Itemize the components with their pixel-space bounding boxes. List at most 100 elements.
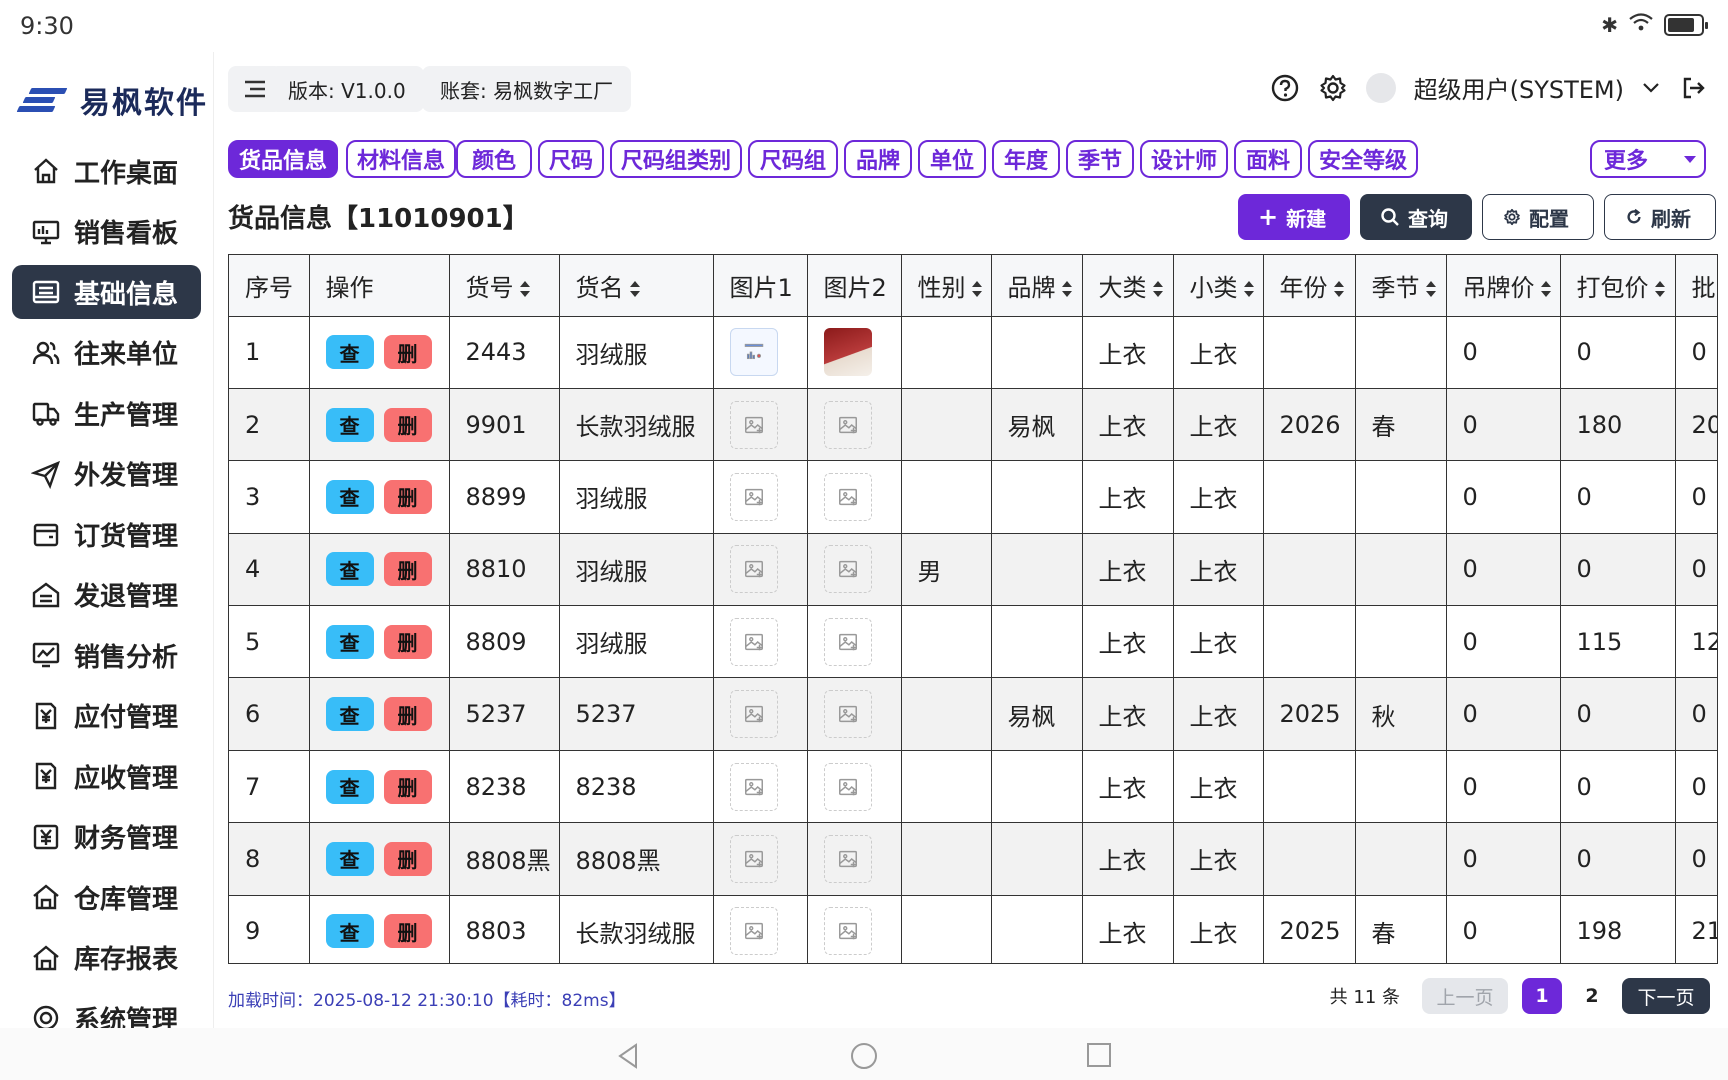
tab-4[interactable]: 尺码组类别: [610, 140, 742, 178]
avatar[interactable]: [1365, 72, 1396, 103]
column-header-11[interactable]: 季节: [1355, 255, 1447, 317]
tab-5[interactable]: 尺码组: [748, 140, 838, 178]
tab-10[interactable]: 设计师: [1140, 140, 1228, 178]
sidebar-item-10[interactable]: 应收管理: [12, 749, 201, 803]
sidebar-item-6[interactable]: 订货管理: [12, 507, 201, 561]
column-header-8[interactable]: 大类: [1082, 255, 1174, 317]
image-placeholder-icon[interactable]: [823, 907, 872, 956]
tab-9[interactable]: 季节: [1066, 140, 1134, 178]
help-icon[interactable]: [1270, 73, 1300, 103]
table-row[interactable]: 4 查删 8810 羽绒服 男 上衣 上衣 0 0 0: [229, 533, 1717, 607]
image-placeholder-icon[interactable]: [729, 400, 778, 449]
sidebar-item-8[interactable]: 销售分析: [12, 628, 201, 682]
delete-button[interactable]: 删: [383, 407, 432, 442]
query-button[interactable]: 查询: [1360, 194, 1472, 240]
delete-button[interactable]: 删: [383, 335, 432, 370]
table-row[interactable]: 1 查删 2443 羽绒服 上衣 上衣 0 0 0: [229, 316, 1717, 389]
column-header-13[interactable]: 打包价: [1560, 255, 1676, 317]
table-row[interactable]: 7 查删 8238 8238 上衣 上衣 0 0 0: [229, 750, 1717, 824]
chevron-down-icon[interactable]: [1642, 82, 1660, 94]
sidebar-item-13[interactable]: 库存报表: [12, 931, 201, 985]
image-placeholder-icon[interactable]: [823, 690, 872, 739]
sidebar-item-7[interactable]: 发退管理: [12, 568, 201, 622]
delete-button[interactable]: 删: [383, 697, 432, 732]
sort-icon[interactable]: [1654, 280, 1665, 298]
account-button[interactable]: 账套: 易枫数字工厂: [422, 66, 632, 112]
column-header-6[interactable]: 性别: [901, 255, 992, 317]
column-header-9[interactable]: 小类: [1173, 255, 1264, 317]
sort-icon[interactable]: [1425, 280, 1436, 298]
sort-icon[interactable]: [519, 280, 530, 298]
view-button[interactable]: 查: [325, 552, 374, 587]
sort-icon[interactable]: [1243, 280, 1254, 298]
sort-icon[interactable]: [1152, 280, 1163, 298]
image-placeholder-icon[interactable]: [729, 834, 778, 883]
sidebar-item-12[interactable]: 仓库管理: [12, 870, 201, 924]
view-button[interactable]: 查: [325, 407, 374, 442]
column-header-7[interactable]: 品牌: [991, 255, 1083, 317]
tab-8[interactable]: 年度: [992, 140, 1060, 178]
view-button[interactable]: 查: [325, 624, 374, 659]
image-placeholder-icon[interactable]: [729, 472, 778, 521]
prev-page-button[interactable]: 上一页: [1422, 978, 1508, 1014]
logout-icon[interactable]: [1678, 73, 1708, 103]
column-header-2[interactable]: 货号: [449, 255, 560, 317]
user-name[interactable]: 超级用户(SYSTEM): [1414, 70, 1624, 105]
product-image-1[interactable]: [729, 328, 778, 377]
image-placeholder-icon[interactable]: [823, 834, 872, 883]
image-placeholder-icon[interactable]: [823, 400, 872, 449]
delete-button[interactable]: 删: [383, 914, 432, 949]
image-placeholder-icon[interactable]: [729, 545, 778, 594]
tab-1[interactable]: 材料信息: [346, 140, 456, 178]
page-button-2[interactable]: 2: [1576, 978, 1608, 1014]
delete-button[interactable]: 删: [383, 552, 432, 587]
table-row[interactable]: 6 查删 5237 5237 易枫 上衣 上衣 2025 秋 0 0 0: [229, 677, 1717, 751]
image-placeholder-icon[interactable]: [729, 690, 778, 739]
sort-icon[interactable]: [971, 280, 982, 298]
table-row[interactable]: 3 查删 8899 羽绒服 上衣 上衣 0 0 0: [229, 460, 1717, 534]
table-row[interactable]: 5 查删 8809 羽绒服 上衣 上衣 0 115 12: [229, 605, 1717, 679]
delete-button[interactable]: 删: [383, 624, 432, 659]
column-header-12[interactable]: 吊牌价: [1446, 255, 1561, 317]
refresh-button[interactable]: 刷新: [1604, 194, 1716, 240]
next-page-button[interactable]: 下一页: [1622, 978, 1710, 1014]
home-circle-icon[interactable]: [850, 1042, 878, 1070]
new-button[interactable]: + 新建: [1238, 194, 1350, 240]
delete-button[interactable]: 删: [383, 841, 432, 876]
delete-button[interactable]: 删: [383, 769, 432, 804]
sidebar-item-5[interactable]: 外发管理: [12, 447, 201, 501]
image-placeholder-icon[interactable]: [729, 907, 778, 956]
tab-7[interactable]: 单位: [918, 140, 986, 178]
page-button-1[interactable]: 1: [1522, 978, 1562, 1014]
more-tabs-dropdown[interactable]: 更多: [1590, 140, 1706, 178]
goods-table-container[interactable]: 序号 操作 货号 货名 图片1 图片2 性别 品牌 大类 小类 年份 季节 吊牌价 打包价批 1 查删 244…: [228, 254, 1718, 964]
view-button[interactable]: 查: [325, 335, 374, 370]
view-button[interactable]: 查: [325, 914, 374, 949]
table-row[interactable]: 8 查删 8808黑 8808黑 上衣 上衣 0 0 0: [229, 822, 1717, 896]
sidebar-item-0[interactable]: 工作桌面: [12, 144, 201, 198]
delete-button[interactable]: 删: [383, 479, 432, 514]
sidebar-item-9[interactable]: 应付管理: [12, 689, 201, 743]
back-triangle-icon[interactable]: [614, 1042, 642, 1070]
sidebar-item-4[interactable]: 生产管理: [12, 386, 201, 440]
image-placeholder-icon[interactable]: [823, 617, 872, 666]
view-button[interactable]: 查: [325, 841, 374, 876]
view-button[interactable]: 查: [325, 479, 374, 514]
image-placeholder-icon[interactable]: [729, 617, 778, 666]
product-image-2[interactable]: [823, 328, 872, 377]
tab-12[interactable]: 安全等级: [1308, 140, 1418, 178]
tab-0[interactable]: 货品信息: [228, 140, 338, 178]
table-row[interactable]: 2 查删 9901 长款羽绒服 易枫 上衣 上衣 2026 春 0 180 20: [229, 388, 1717, 462]
settings-gear-icon[interactable]: [1318, 73, 1348, 103]
image-placeholder-icon[interactable]: [823, 472, 872, 521]
sidebar-item-2[interactable]: 基础信息: [12, 265, 201, 319]
view-button[interactable]: 查: [325, 697, 374, 732]
tab-6[interactable]: 品牌: [844, 140, 912, 178]
sort-icon[interactable]: [1333, 280, 1344, 298]
config-button[interactable]: 配置: [1482, 194, 1594, 240]
sort-icon[interactable]: [629, 280, 640, 298]
sidebar-item-3[interactable]: 往来单位: [12, 326, 201, 380]
sort-icon[interactable]: [1061, 280, 1072, 298]
view-button[interactable]: 查: [325, 769, 374, 804]
tab-3[interactable]: 尺码: [538, 140, 604, 178]
